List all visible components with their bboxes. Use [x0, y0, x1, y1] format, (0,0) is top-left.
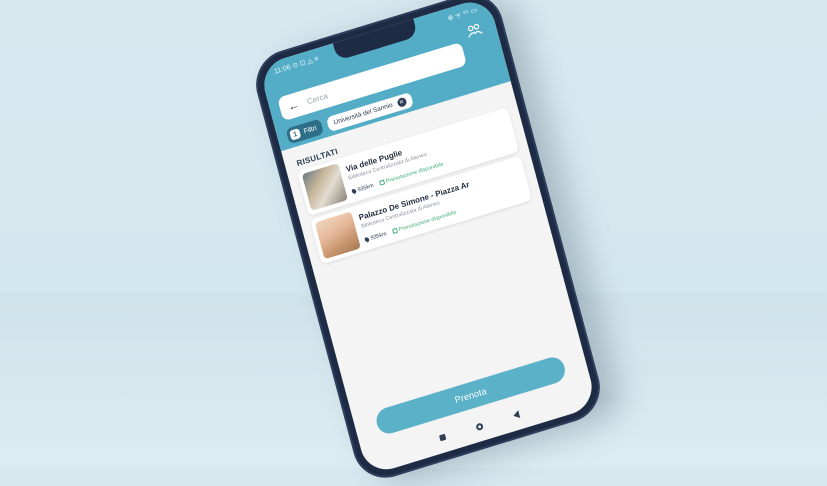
- map-users-icon[interactable]: [465, 21, 484, 39]
- distance: 935km: [350, 182, 375, 195]
- library-thumbnail: [301, 163, 348, 211]
- status-icons: ⊙ ⊡ ◬ ≡: [291, 55, 320, 71]
- recent-apps-icon[interactable]: [438, 433, 446, 442]
- filter-count-badge: 1: [289, 128, 302, 141]
- distance: 935km: [363, 230, 388, 243]
- university-chip-label: Università del Sannio: [332, 101, 394, 126]
- distance-value: 935km: [356, 182, 375, 193]
- calendar-icon: [391, 227, 398, 235]
- remove-chip-icon[interactable]: ✕: [396, 96, 408, 108]
- back-icon[interactable]: [511, 410, 520, 420]
- location-pin-icon: [350, 188, 358, 195]
- status-right-icons: ⊕ ᯤ ⁹⁵ ▭: [447, 6, 479, 23]
- filters-label: Filtri: [302, 124, 318, 136]
- filters-button[interactable]: 1 Filtri: [285, 118, 325, 145]
- location-pin-icon: [363, 236, 371, 243]
- back-arrow-icon[interactable]: ←: [286, 97, 301, 114]
- library-thumbnail: [314, 211, 361, 260]
- status-time: 11:06: [273, 63, 292, 76]
- calendar-icon: [378, 179, 385, 186]
- distance-value: 935km: [369, 230, 388, 242]
- home-icon[interactable]: [474, 421, 484, 431]
